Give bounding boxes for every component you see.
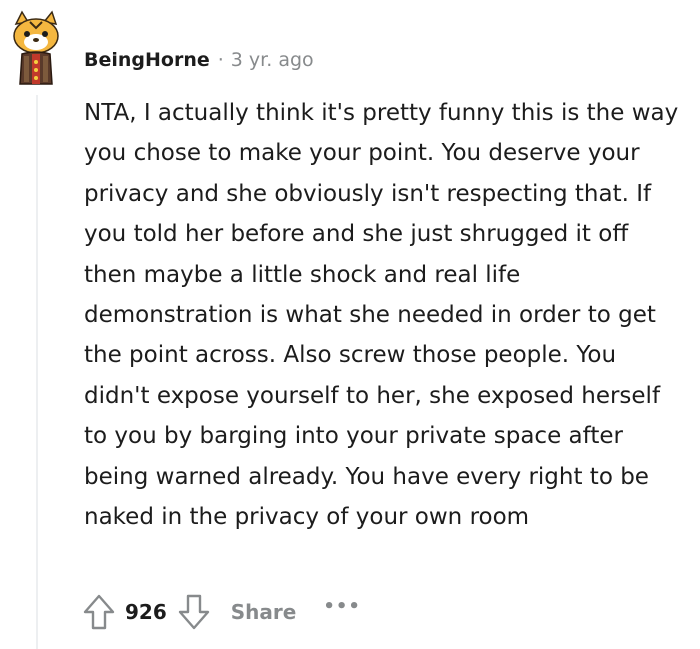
more-options-icon[interactable]: ••• xyxy=(323,596,361,617)
timestamp-link[interactable]: 3 yr. ago xyxy=(231,49,314,71)
downvote-arrow-icon[interactable] xyxy=(177,593,211,631)
comment-body: NTA, I actually think it's pretty funny … xyxy=(84,100,679,531)
share-button[interactable]: Share xyxy=(231,600,297,624)
comment-header: BeingHorne · 3 yr. ago xyxy=(84,46,314,74)
upvote-arrow-icon[interactable] xyxy=(82,593,116,631)
vote-score: 926 xyxy=(125,600,167,624)
username-link[interactable]: BeingHorne xyxy=(84,49,210,71)
comment-actions: 926 Share ••• xyxy=(82,592,361,632)
snoo-avatar-icon xyxy=(13,10,59,85)
user-avatar[interactable] xyxy=(8,10,64,88)
meta-separator: · xyxy=(217,49,224,71)
thread-line[interactable] xyxy=(36,95,38,649)
